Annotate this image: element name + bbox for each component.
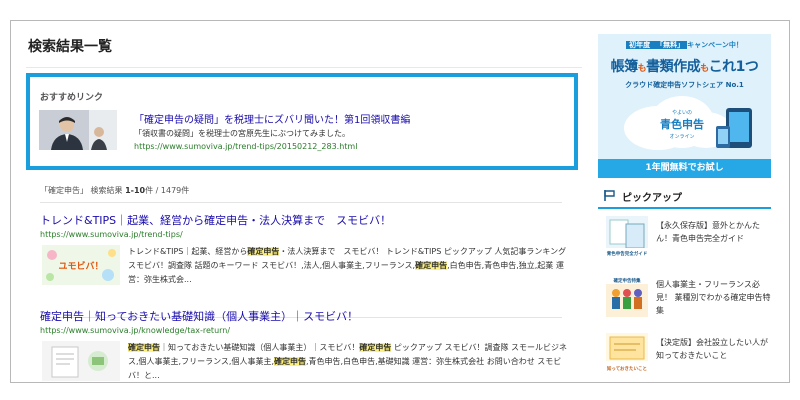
pickup-thumbnail: 知っておきたいこと: [606, 333, 648, 375]
thumbnail-caption: 青色申告完全ガイド: [607, 250, 648, 257]
pickup-link[interactable]: 【決定版】会社設立したい人が知っておきたいこと: [656, 336, 771, 362]
banner-pre: 初年度: [626, 41, 654, 49]
recommended-link-box: おすすめリンク 「確定申告の疑問」を税理士にズバリ聞いた！第1回領収書編 「領収…: [26, 73, 578, 170]
result-thumbnail[interactable]: ユモビバ！: [42, 245, 120, 285]
result-snippet: 確定申告｜知っておきたい基礎知識（個人事業主）｜スモビバ！確定申告 ピックアップ…: [128, 341, 568, 382]
pickup-header: ピックアップ: [598, 185, 771, 209]
company-setup-icon: 知っておきたいこと: [606, 333, 648, 375]
headline-part: これ1つ: [708, 59, 759, 75]
campaign-banner[interactable]: 初年度 「無料」 キャンペーン中！ 帳簿も書類作成もこれ1つ クラウド確定申告ソフト…: [598, 34, 771, 178]
pickup-item[interactable]: 確定申告特集 個人事業主・フリーランス必見！ 業種別でわかる確定申告特集: [606, 275, 771, 317]
snippet-highlight: 確定申告: [359, 343, 392, 352]
search-result: 確定申告｜知っておきたい基礎知識（個人事業主）｜スモビバ！ https://ww…: [40, 308, 570, 381]
person-photo-icon: [39, 110, 117, 150]
results-range: 1-10: [125, 186, 146, 195]
results-count: 「確定申告」 検索結果 1-10件 / 1479件: [40, 185, 189, 196]
result-url[interactable]: https://www.sumoviva.jp/knowledge/tax-re…: [40, 326, 570, 335]
result-title-link[interactable]: トレンド&TIPS｜起業、経営から確定申告・法人決算まで スモビバ！: [40, 212, 570, 228]
recommended-title-link[interactable]: 「確定申告の疑問」を税理士にズバリ聞いた！第1回領収書編: [134, 111, 410, 126]
headline-part: 書類作成: [646, 59, 701, 75]
divider: [40, 202, 562, 203]
snippet-highlight: 確定申告: [128, 343, 160, 352]
result-title-link[interactable]: 確定申告｜知っておきたい基礎知識（個人事業主）｜スモビバ！: [40, 308, 570, 324]
cloud-app-illustration-icon: やよいの 青色申告 オンライン: [624, 96, 752, 150]
sumoviva-illustration-icon: ユモビバ！: [42, 245, 120, 285]
recommended-label: おすすめリンク: [40, 93, 104, 103]
headline-part: 帳簿: [610, 59, 639, 75]
thumbnail-caption: 知っておきたいこと: [607, 365, 647, 372]
flag-icon: [604, 190, 615, 201]
banner-top-text: 初年度 「無料」 キャンペーン中！: [598, 40, 771, 50]
results-total: / 1479件: [155, 186, 190, 195]
banner-cta[interactable]: 1年間無料でお試し: [598, 159, 771, 178]
result-url[interactable]: https://www.sumoviva.jp/trend-tips/: [40, 230, 570, 239]
snippet-text: トレンド&TIPS｜起業、経営から: [128, 247, 248, 256]
divider: [26, 67, 582, 68]
pickup-item[interactable]: 青色申告完全ガイド 【永久保存版】意外とかんたん！青色申告完全ガイド: [606, 216, 771, 258]
pickup-title: ピックアップ: [622, 193, 682, 204]
pickup-link[interactable]: 【永久保存版】意外とかんたん！青色申告完全ガイド: [656, 219, 771, 245]
pickup-link[interactable]: 個人事業主・フリーランス必見！ 業種別でわかる確定申告特集: [656, 278, 771, 317]
thumbnail-caption: 確定申告特集: [614, 277, 641, 284]
pickup-item[interactable]: 知っておきたいこと 【決定版】会社設立したい人が知っておきたいこと: [606, 333, 771, 375]
headline-part: も: [700, 64, 709, 74]
banner-badge: 「無料」: [653, 41, 688, 49]
document-illustration-icon: [42, 341, 120, 381]
search-result: トレンド&TIPS｜起業、経営から確定申告・法人決算まで スモビバ！ https…: [40, 212, 570, 285]
pickup-thumbnail: 確定申告特集: [606, 275, 648, 317]
banner-headline: 帳簿も書類作成もこれ1つ: [598, 56, 771, 76]
banner-post: キャンペーン中！: [687, 41, 743, 49]
snippet-highlight: 確定申告: [274, 357, 307, 366]
headline-part: も: [637, 64, 647, 74]
main-frame: 検索結果一覧 おすすめリンク 「確定申告の疑問」を税理士にズバリ聞いた！第1回領…: [10, 20, 790, 383]
recommended-url[interactable]: https://www.sumoviva.jp/trend-tips/20150…: [134, 142, 357, 151]
business-people-icon: 確定申告特集: [606, 275, 648, 317]
snippet-text: ｜知っておきたい基礎知識（個人事業主）｜スモビバ！: [160, 343, 360, 352]
cloud-online-text: オンライン: [669, 134, 694, 140]
recommended-thumbnail[interactable]: [39, 110, 117, 150]
result-thumbnail[interactable]: [42, 341, 120, 381]
pickup-thumbnail: 青色申告完全ガイド: [606, 216, 648, 258]
results-unit: 件: [145, 186, 154, 195]
cloud-small-text: やよいの: [672, 109, 692, 116]
recommended-description: 「領収書の疑問」を税理士の宮原先生にぶつけてみました。: [134, 129, 350, 138]
guide-book-icon: 青色申告完全ガイド: [606, 216, 648, 258]
page-title: 検索結果一覧: [28, 39, 112, 55]
result-snippet: トレンド&TIPS｜起業、経営から確定申告・法人決算まで スモビバ！ トレンド&…: [128, 245, 568, 287]
results-label: 検索結果: [90, 186, 123, 195]
banner-subtitle: クラウド確定申告ソフトシェア No.1: [625, 81, 744, 89]
thumbnail-logo-text: ユモビバ！: [58, 260, 103, 272]
cloud-label-text: 青色申告: [660, 117, 704, 131]
results-query: 「確定申告」: [40, 186, 88, 195]
snippet-highlight: 確定申告: [247, 247, 280, 256]
snippet-highlight: 確定申告: [415, 261, 448, 270]
